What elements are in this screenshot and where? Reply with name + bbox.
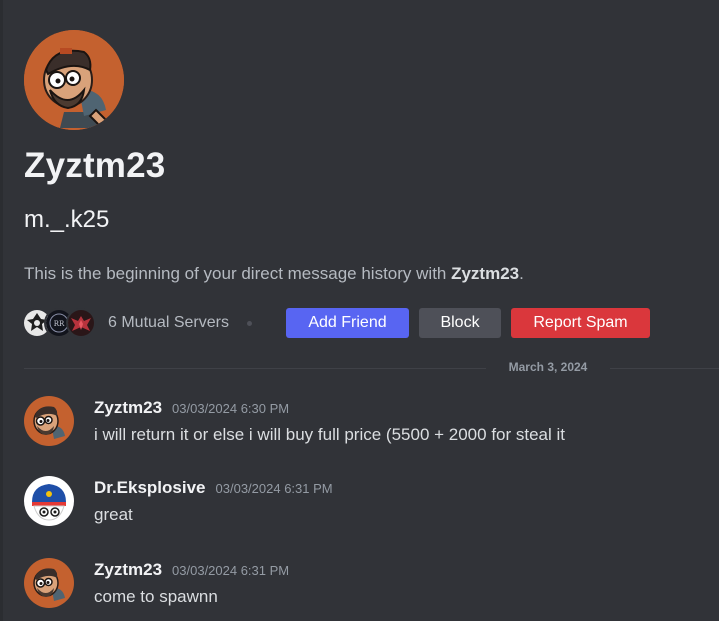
message-timestamp: 03/03/2024 6:30 PM	[172, 401, 290, 416]
intro-suffix: .	[519, 264, 524, 283]
message-avatar[interactable]	[24, 396, 74, 446]
character-avatar-icon	[24, 558, 74, 608]
message-text: i will return it or else i will buy full…	[94, 425, 566, 444]
report-spam-button[interactable]: Report Spam	[511, 308, 650, 338]
message-item[interactable]: Zyztm23 03/03/2024 6:30 PM i will return…	[24, 396, 714, 456]
mutual-servers[interactable]: RR 6 Mutual Servers	[22, 307, 252, 339]
character-avatar-icon	[24, 396, 74, 446]
message-header: Dr.Eksplosive 03/03/2024 6:31 PM	[94, 478, 333, 498]
message-avatar[interactable]	[24, 476, 74, 526]
message-author[interactable]: Zyztm23	[94, 398, 162, 418]
character-avatar-icon	[24, 30, 124, 130]
message-timestamp: 03/03/2024 6:31 PM	[215, 481, 333, 496]
left-panel-edge	[0, 0, 3, 621]
profile-display-name: Zyztm23	[24, 146, 166, 185]
profile-username: m._.k25	[24, 206, 110, 233]
separator-dot	[246, 320, 252, 326]
message-item[interactable]: Zyztm23 03/03/2024 6:31 PM come to spawn…	[24, 558, 714, 618]
intro-prefix: This is the beginning of your direct mes…	[24, 264, 452, 283]
date-divider-line-right	[610, 368, 719, 369]
date-divider-line-left	[24, 368, 486, 369]
message-author[interactable]: Zyztm23	[94, 560, 162, 580]
message-header: Zyztm23 03/03/2024 6:31 PM	[94, 560, 289, 580]
message-author[interactable]: Dr.Eksplosive	[94, 478, 206, 498]
svg-text:RR: RR	[54, 320, 65, 328]
block-button[interactable]: Block	[419, 308, 501, 338]
message-header: Zyztm23 03/03/2024 6:30 PM	[94, 398, 289, 418]
intro-name: Zyztm23	[451, 264, 520, 283]
date-divider: March 3, 2024	[490, 360, 606, 374]
red-winged-server-icon[interactable]	[66, 308, 96, 338]
message-item[interactable]: Dr.Eksplosive 03/03/2024 6:31 PM great	[24, 476, 714, 536]
message-text: come to spawnn	[94, 587, 218, 606]
message-text: great	[94, 505, 133, 524]
add-friend-button[interactable]: Add Friend	[286, 308, 409, 338]
mutual-servers-label[interactable]: 6 Mutual Servers	[108, 314, 229, 332]
message-avatar[interactable]	[24, 558, 74, 608]
flag-ball-icon	[24, 476, 74, 526]
profile-avatar[interactable]	[24, 30, 124, 130]
message-timestamp: 03/03/2024 6:31 PM	[172, 563, 290, 578]
dm-intro-text: This is the beginning of your direct mes…	[24, 264, 524, 284]
